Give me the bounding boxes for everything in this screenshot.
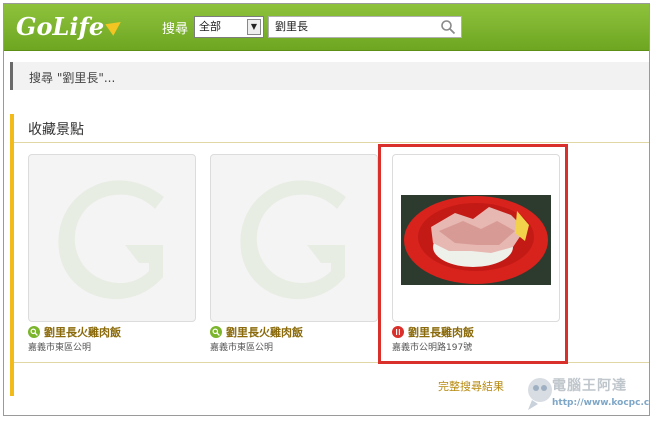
card-address: 嘉義市東區公明 <box>210 343 274 353</box>
watermark-url: http://www.kocpc.com.tw <box>552 398 650 408</box>
golife-placeholder-icon <box>58 180 164 300</box>
category-select-value: 全部 <box>199 20 221 33</box>
golife-placeholder-icon <box>240 180 346 300</box>
result-card[interactable]: 劉里長火雞肉飯 嘉義市東區公明 <box>210 154 390 353</box>
top-navigation-bar: GoLife 搜尋 全部 ▼ 劉里長 <box>4 4 649 51</box>
card-title[interactable]: 劉里長火雞肉飯 <box>210 324 303 340</box>
paper-plane-icon <box>105 16 125 36</box>
search-breadcrumb: 搜尋 "劉里長"... <box>10 62 649 90</box>
breadcrumb-text: 搜尋 "劉里長"... <box>29 71 116 85</box>
section-title: 收藏景點 <box>28 122 84 138</box>
watermark-text: 電腦王阿達 <box>552 378 627 394</box>
search-icon <box>210 326 222 338</box>
search-label: 搜尋 <box>162 22 189 37</box>
card-name: 劉里長火雞肉飯 <box>226 326 303 339</box>
search-icon[interactable] <box>440 19 456 35</box>
app-window: GoLife 搜尋 全部 ▼ 劉里長 搜尋 "劉里長"... 收藏景點 劉里長火… <box>3 3 650 416</box>
placeholder-thumbnail[interactable] <box>210 154 378 322</box>
card-name: 劉里長火雞肉飯 <box>44 326 121 339</box>
golife-logo[interactable]: GoLife <box>16 10 125 42</box>
section-header: 收藏景點 <box>14 114 649 143</box>
selected-result-highlight <box>378 144 568 364</box>
card-address: 嘉義市東區公明 <box>28 343 92 353</box>
placeholder-thumbnail[interactable] <box>28 154 196 322</box>
full-results-link[interactable]: 完整搜尋結果 <box>438 378 504 394</box>
card-title[interactable]: 劉里長火雞肉飯 <box>28 324 121 340</box>
logo-text: GoLife <box>16 11 105 41</box>
category-select[interactable]: 全部 ▼ <box>194 16 264 38</box>
search-icon <box>28 326 40 338</box>
chevron-down-icon[interactable]: ▼ <box>247 19 261 35</box>
result-card[interactable]: 劉里長火雞肉飯 嘉義市東區公明 <box>28 154 208 353</box>
search-input[interactable]: 劉里長 <box>268 16 462 38</box>
